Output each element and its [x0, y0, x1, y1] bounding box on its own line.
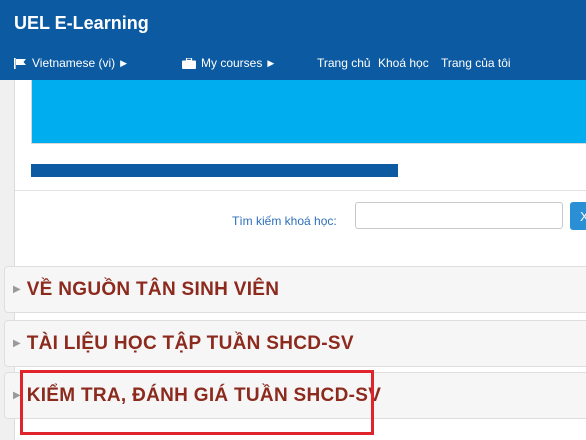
section-ve-nguon-tan-sinh-vien[interactable]: ▶ VỀ NGUỒN TÂN SINH VIÊN: [4, 266, 586, 313]
my-courses-menu[interactable]: My courses ▶: [182, 56, 274, 70]
progress-bar: [31, 164, 398, 177]
search-button[interactable]: X: [570, 202, 586, 230]
triangle-right-icon: ▶: [13, 390, 21, 401]
site-brand[interactable]: UEL E-Learning: [14, 13, 149, 34]
caret-right-icon: ▶: [120, 57, 128, 68]
section-title: VỀ NGUỒN TÂN SINH VIÊN: [26, 278, 280, 300]
divider: [15, 190, 586, 191]
search-input[interactable]: [355, 202, 563, 229]
search-label: Tìm kiếm khoá học:: [232, 214, 337, 228]
course-banner: [31, 80, 586, 144]
briefcase-icon: [182, 57, 196, 69]
section-title: TÀI LIỆU HỌC TẬP TUẦN SHCD-SV: [26, 332, 354, 354]
language-menu-label: Vietnamese (vi): [32, 56, 116, 70]
my-courses-label: My courses: [201, 56, 263, 70]
nav-menu: Vietnamese (vi) ▶ My courses ▶ Trang chủ…: [0, 56, 586, 76]
section-title: KIỂM TRA, ĐÁNH GIÁ TUẦN SHCD-SV: [26, 384, 382, 406]
triangle-right-icon: ▶: [13, 338, 21, 349]
nav-home-link[interactable]: Trang chủ: [317, 56, 371, 70]
top-navbar: UEL E-Learning Vietnamese (vi) ▶ My cour…: [0, 0, 586, 80]
triangle-right-icon: ▶: [13, 284, 21, 295]
section-tai-lieu-hoc-tap[interactable]: ▶ TÀI LIỆU HỌC TẬP TUẦN SHCD-SV: [4, 320, 586, 367]
nav-my-page-link[interactable]: Trang của tôi: [441, 56, 511, 70]
caret-right-icon: ▶: [267, 57, 275, 68]
section-kiem-tra-danh-gia[interactable]: ▶ KIỂM TRA, ĐÁNH GIÁ TUẦN SHCD-SV: [4, 372, 586, 419]
nav-courses-link[interactable]: Khoá học: [378, 56, 429, 70]
flag-icon: [14, 57, 27, 69]
language-menu[interactable]: Vietnamese (vi) ▶: [14, 56, 127, 70]
